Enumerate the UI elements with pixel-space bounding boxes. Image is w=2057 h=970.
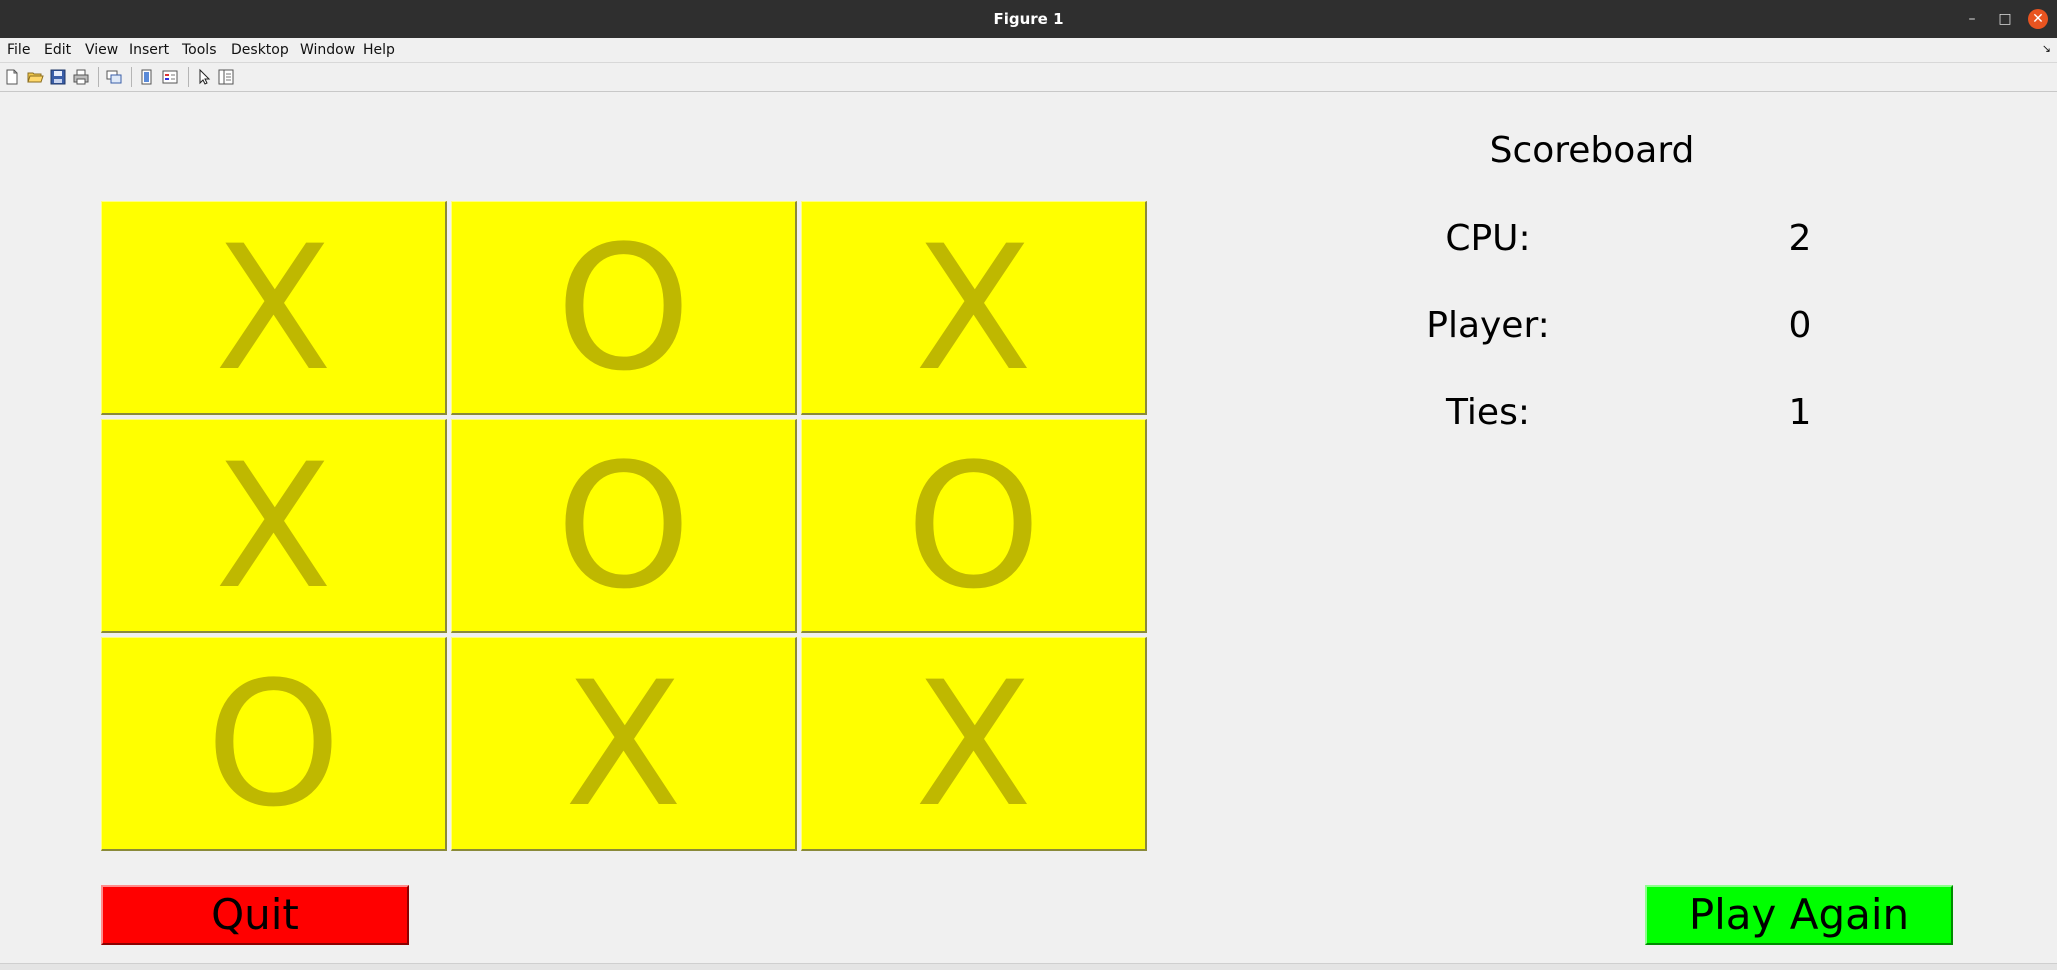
play-again-button[interactable]: Play Again — [1645, 885, 1953, 945]
quit-button[interactable]: Quit — [101, 885, 409, 945]
close-icon[interactable]: ✕ — [2028, 9, 2048, 29]
board-cell-4[interactable]: X — [101, 419, 447, 633]
toolbar-separator — [98, 67, 99, 87]
board-cell-9[interactable]: X — [801, 637, 1147, 851]
menu-insert[interactable]: Insert — [129, 41, 169, 59]
edit-plot-arrow-icon[interactable] — [195, 68, 213, 86]
score-label-player: Player: — [1426, 305, 1550, 346]
title-bar: Figure 1 – □ ✕ — [0, 0, 2057, 38]
score-label-cpu: CPU: — [1445, 218, 1531, 259]
menu-help[interactable]: Help — [363, 41, 395, 59]
menu-window[interactable]: Window — [300, 41, 355, 59]
property-inspector-icon[interactable] — [217, 68, 235, 86]
board-cell-6[interactable]: O — [801, 419, 1147, 633]
save-icon[interactable] — [49, 68, 67, 86]
board-cell-7[interactable]: O — [101, 637, 447, 851]
minimize-icon[interactable]: – — [1962, 9, 1982, 29]
menu-edit[interactable]: Edit — [44, 41, 71, 59]
toolbar-separator — [131, 67, 132, 87]
window-title: Figure 1 — [993, 10, 1064, 28]
scoreboard-title: Scoreboard — [1489, 130, 1695, 171]
link-plot-icon[interactable] — [105, 68, 123, 86]
menu-file[interactable]: File — [7, 41, 30, 59]
colorbar-icon[interactable] — [138, 68, 156, 86]
score-label-ties: Ties: — [1446, 392, 1530, 433]
dock-arrow-icon[interactable]: ↘ — [2042, 42, 2051, 55]
figure-toolbar — [0, 63, 2057, 92]
score-value-cpu: 2 — [1788, 218, 1812, 259]
score-value-ties: 1 — [1788, 392, 1812, 433]
board-cell-3[interactable]: X — [801, 201, 1147, 415]
board-cell-8[interactable]: X — [451, 637, 797, 851]
board-cell-5[interactable]: O — [451, 419, 797, 633]
score-value-player: 0 — [1788, 305, 1812, 346]
toolbar-separator — [188, 67, 189, 87]
menu-tools[interactable]: Tools — [182, 41, 217, 59]
print-icon[interactable] — [72, 68, 90, 86]
board-cell-1[interactable]: X — [101, 201, 447, 415]
board-cell-2[interactable]: O — [451, 201, 797, 415]
menu-bar: File Edit View Insert Tools Desktop Wind… — [0, 38, 2057, 63]
game-board: X O X X O O O X X — [101, 201, 1150, 854]
figure-window: Figure 1 – □ ✕ File Edit View Insert Too… — [0, 0, 2057, 970]
open-file-icon[interactable] — [26, 68, 44, 86]
menu-view[interactable]: View — [85, 41, 118, 59]
legend-icon[interactable] — [161, 68, 179, 86]
new-figure-icon[interactable] — [3, 68, 21, 86]
maximize-icon[interactable]: □ — [1995, 9, 2015, 29]
menu-desktop[interactable]: Desktop — [231, 41, 289, 59]
